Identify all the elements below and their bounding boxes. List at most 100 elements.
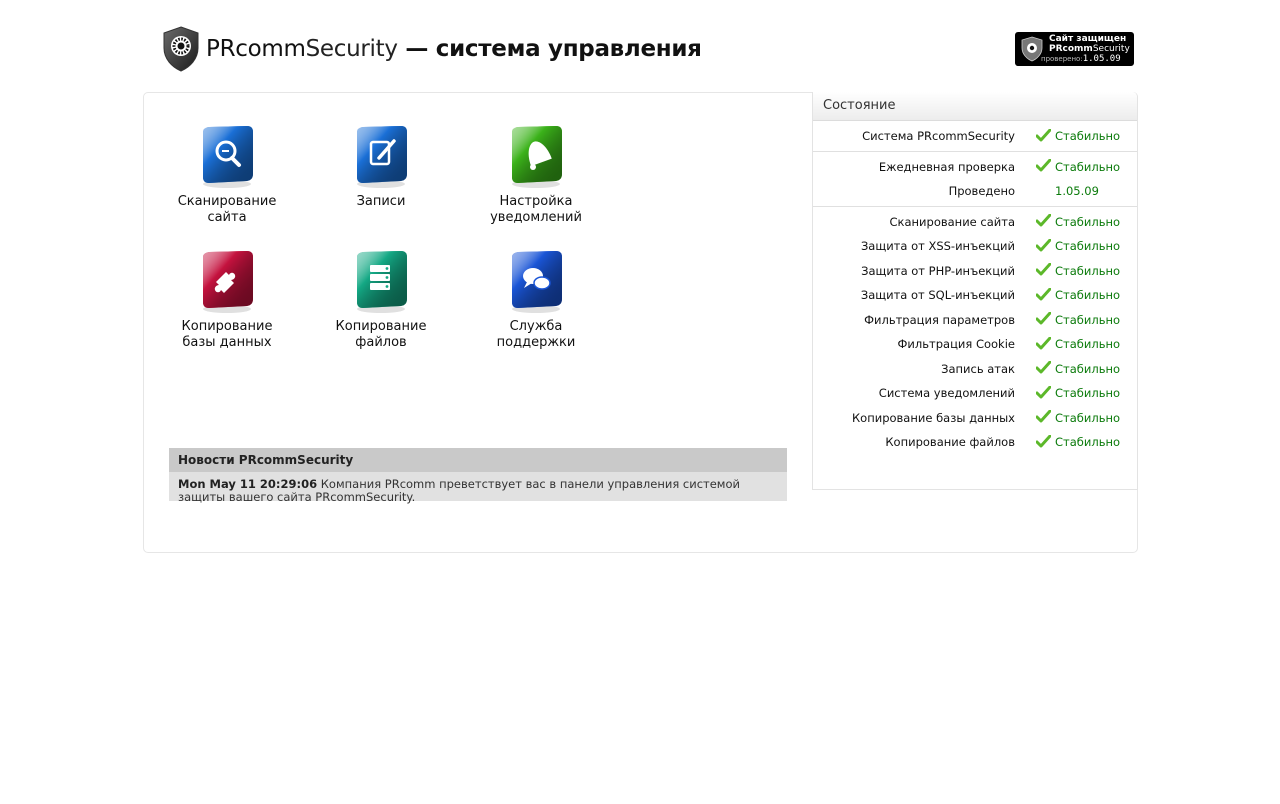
badge-line1: Сайт защищен bbox=[1049, 34, 1127, 44]
tile-label-line2: уведомлений bbox=[490, 210, 582, 225]
status-row: Запись атак Стабильно bbox=[813, 357, 1137, 382]
status-row: Защита от XSS-инъекций Стабильно bbox=[813, 234, 1137, 259]
status-label: Фильтрация параметров bbox=[864, 312, 1015, 327]
status-group: Ежедневная проверка Стабильно Проведено 1.0… bbox=[813, 150, 1137, 206]
status-row: Система PRcommSecurity Стабильно bbox=[813, 124, 1137, 149]
tile-records[interactable]: Записи bbox=[316, 124, 446, 210]
status-label: Ежедневная проверка bbox=[878, 159, 1015, 174]
tile-scan[interactable]: Сканирование сайта bbox=[162, 124, 292, 226]
status-row: Фильтрация параметров Стабильно bbox=[813, 308, 1137, 333]
status-value-text: Стабильно bbox=[1055, 159, 1121, 174]
tile-puzzle[interactable]: Копирование базы данных bbox=[162, 249, 292, 351]
status-value-text: Стабильно bbox=[1055, 312, 1121, 327]
tile-label: Настройка уведомлений bbox=[471, 194, 601, 226]
shield-logo-icon bbox=[163, 26, 199, 72]
status-group: Сканирование сайта Стабильно Защита от XSS… bbox=[813, 205, 1137, 457]
status-value-text: Стабильно bbox=[1055, 386, 1121, 400]
tile-label-line2: базы данных bbox=[182, 335, 272, 350]
check-icon bbox=[1036, 128, 1051, 141]
status-row: Ежедневная проверка Стабильно bbox=[813, 155, 1137, 180]
status-value: Стабильно bbox=[1036, 263, 1121, 278]
status-row: Защита от PHP-инъекций Стабильно bbox=[813, 259, 1137, 284]
status-label: Сканирование сайта bbox=[889, 214, 1016, 229]
status-group: Система PRcommSecurity Стабильно bbox=[813, 121, 1137, 151]
tile-label: Копирование файлов bbox=[316, 319, 446, 351]
brand-part2: Security bbox=[305, 36, 398, 62]
status-row: Фильтрация Cookie Стабильно bbox=[813, 332, 1137, 357]
tile-label-line1: Служба bbox=[509, 319, 563, 334]
chat-icon bbox=[512, 251, 562, 313]
tile-label: Сканирование сайта bbox=[162, 194, 292, 226]
status-value-text: 1.05.09 bbox=[1055, 184, 1099, 198]
check-icon bbox=[1036, 385, 1051, 398]
status-value: 1.05.09 bbox=[1055, 184, 1099, 198]
badge-line2: PRcommSecurity bbox=[1049, 44, 1130, 54]
bell-icon bbox=[512, 126, 562, 188]
news-date: Mon May 11 20:29:06 bbox=[178, 477, 318, 491]
records-icon bbox=[357, 126, 407, 188]
status-value-text: Стабильно bbox=[1055, 129, 1121, 143]
header: PRcommSecurity — система управления Сайт… bbox=[0, 0, 1280, 92]
status-value-text: Стабильно bbox=[1055, 361, 1121, 376]
protection-badge[interactable]: Сайт защищен PRcommSecurity проверено:1.… bbox=[1015, 32, 1134, 66]
status-value-text: Стабильно bbox=[1055, 263, 1121, 278]
logo[interactable]: PRcommSecurity — система управления bbox=[162, 26, 702, 72]
status-value: Стабильно bbox=[1036, 287, 1121, 302]
status-value: Стабильно bbox=[1036, 214, 1121, 229]
status-label: Копирование базы данных bbox=[852, 410, 1015, 425]
tile-label: Записи bbox=[316, 194, 446, 210]
status-label: Проведено bbox=[948, 184, 1015, 198]
tile-label: Копирование базы данных bbox=[162, 319, 292, 351]
status-row: Проведено 1.05.09 bbox=[813, 179, 1137, 204]
check-icon bbox=[1036, 361, 1051, 374]
status-value-text: Стабильно bbox=[1055, 239, 1121, 253]
badge-shield-icon bbox=[1021, 36, 1043, 62]
tile-label-line2: сайта bbox=[207, 210, 247, 225]
status-value-text: Стабильно bbox=[1055, 435, 1121, 449]
puzzle-icon bbox=[203, 251, 253, 313]
tile-label-line1: Копирование bbox=[335, 319, 427, 334]
badge-brand-rest: Security bbox=[1092, 44, 1130, 54]
server-icon bbox=[357, 251, 407, 313]
badge-line3: проверено:1.05.09 bbox=[1041, 54, 1121, 64]
tile-label-line1: Сканирование bbox=[177, 194, 277, 209]
status-value: Стабильно bbox=[1036, 336, 1121, 351]
status-value-text: Стабильно bbox=[1055, 337, 1121, 351]
status-row: Копирование базы данных Стабильно bbox=[813, 406, 1137, 431]
status-value: Стабильно bbox=[1036, 385, 1121, 400]
status-value: Стабильно bbox=[1036, 312, 1121, 327]
status-value-text: Стабильно bbox=[1055, 288, 1121, 302]
status-label: Запись атак bbox=[941, 361, 1015, 376]
status-label: Фильтрация Cookie bbox=[897, 337, 1015, 351]
check-icon bbox=[1036, 336, 1051, 349]
tile-label: Служба поддержки bbox=[471, 319, 601, 351]
check-icon bbox=[1036, 214, 1051, 227]
logo-title: PRcommSecurity — система управления bbox=[206, 36, 702, 62]
status-label: Система PRcommSecurity bbox=[862, 129, 1015, 143]
status-list: Система PRcommSecurity Стабильно Ежедневна… bbox=[813, 121, 1137, 457]
status-value: Стабильно bbox=[1036, 410, 1121, 425]
news-title: Новости PRcommSecurity bbox=[169, 448, 787, 472]
tile-label-line1: Настройка bbox=[499, 194, 573, 209]
badge-checked-label: проверено: bbox=[1041, 55, 1083, 63]
tile-chat[interactable]: Служба поддержки bbox=[471, 249, 601, 351]
check-icon bbox=[1036, 159, 1051, 172]
check-icon bbox=[1036, 287, 1051, 300]
status-value: Стабильно bbox=[1036, 159, 1121, 174]
status-value: Стабильно bbox=[1036, 128, 1121, 143]
status-value: Стабильно bbox=[1036, 361, 1121, 376]
status-value-text: Стабильно bbox=[1055, 410, 1121, 425]
status-label: Копирование файлов bbox=[885, 435, 1015, 449]
news-box: Новости PRcommSecurity Mon May 11 20:29:… bbox=[169, 448, 787, 504]
status-value-text: Стабильно bbox=[1055, 214, 1121, 229]
tile-bell[interactable]: Настройка уведомлений bbox=[471, 124, 601, 226]
scan-icon bbox=[203, 126, 253, 188]
tile-server[interactable]: Копирование файлов bbox=[316, 249, 446, 351]
status-row: Сканирование сайта Стабильно bbox=[813, 210, 1137, 235]
status-value: Стабильно bbox=[1036, 238, 1121, 253]
check-icon bbox=[1036, 434, 1051, 447]
status-label: Система уведомлений bbox=[878, 386, 1015, 400]
status-row: Система уведомлений Стабильно bbox=[813, 381, 1137, 406]
status-title: Состояние bbox=[813, 92, 1137, 121]
check-icon bbox=[1036, 238, 1051, 251]
